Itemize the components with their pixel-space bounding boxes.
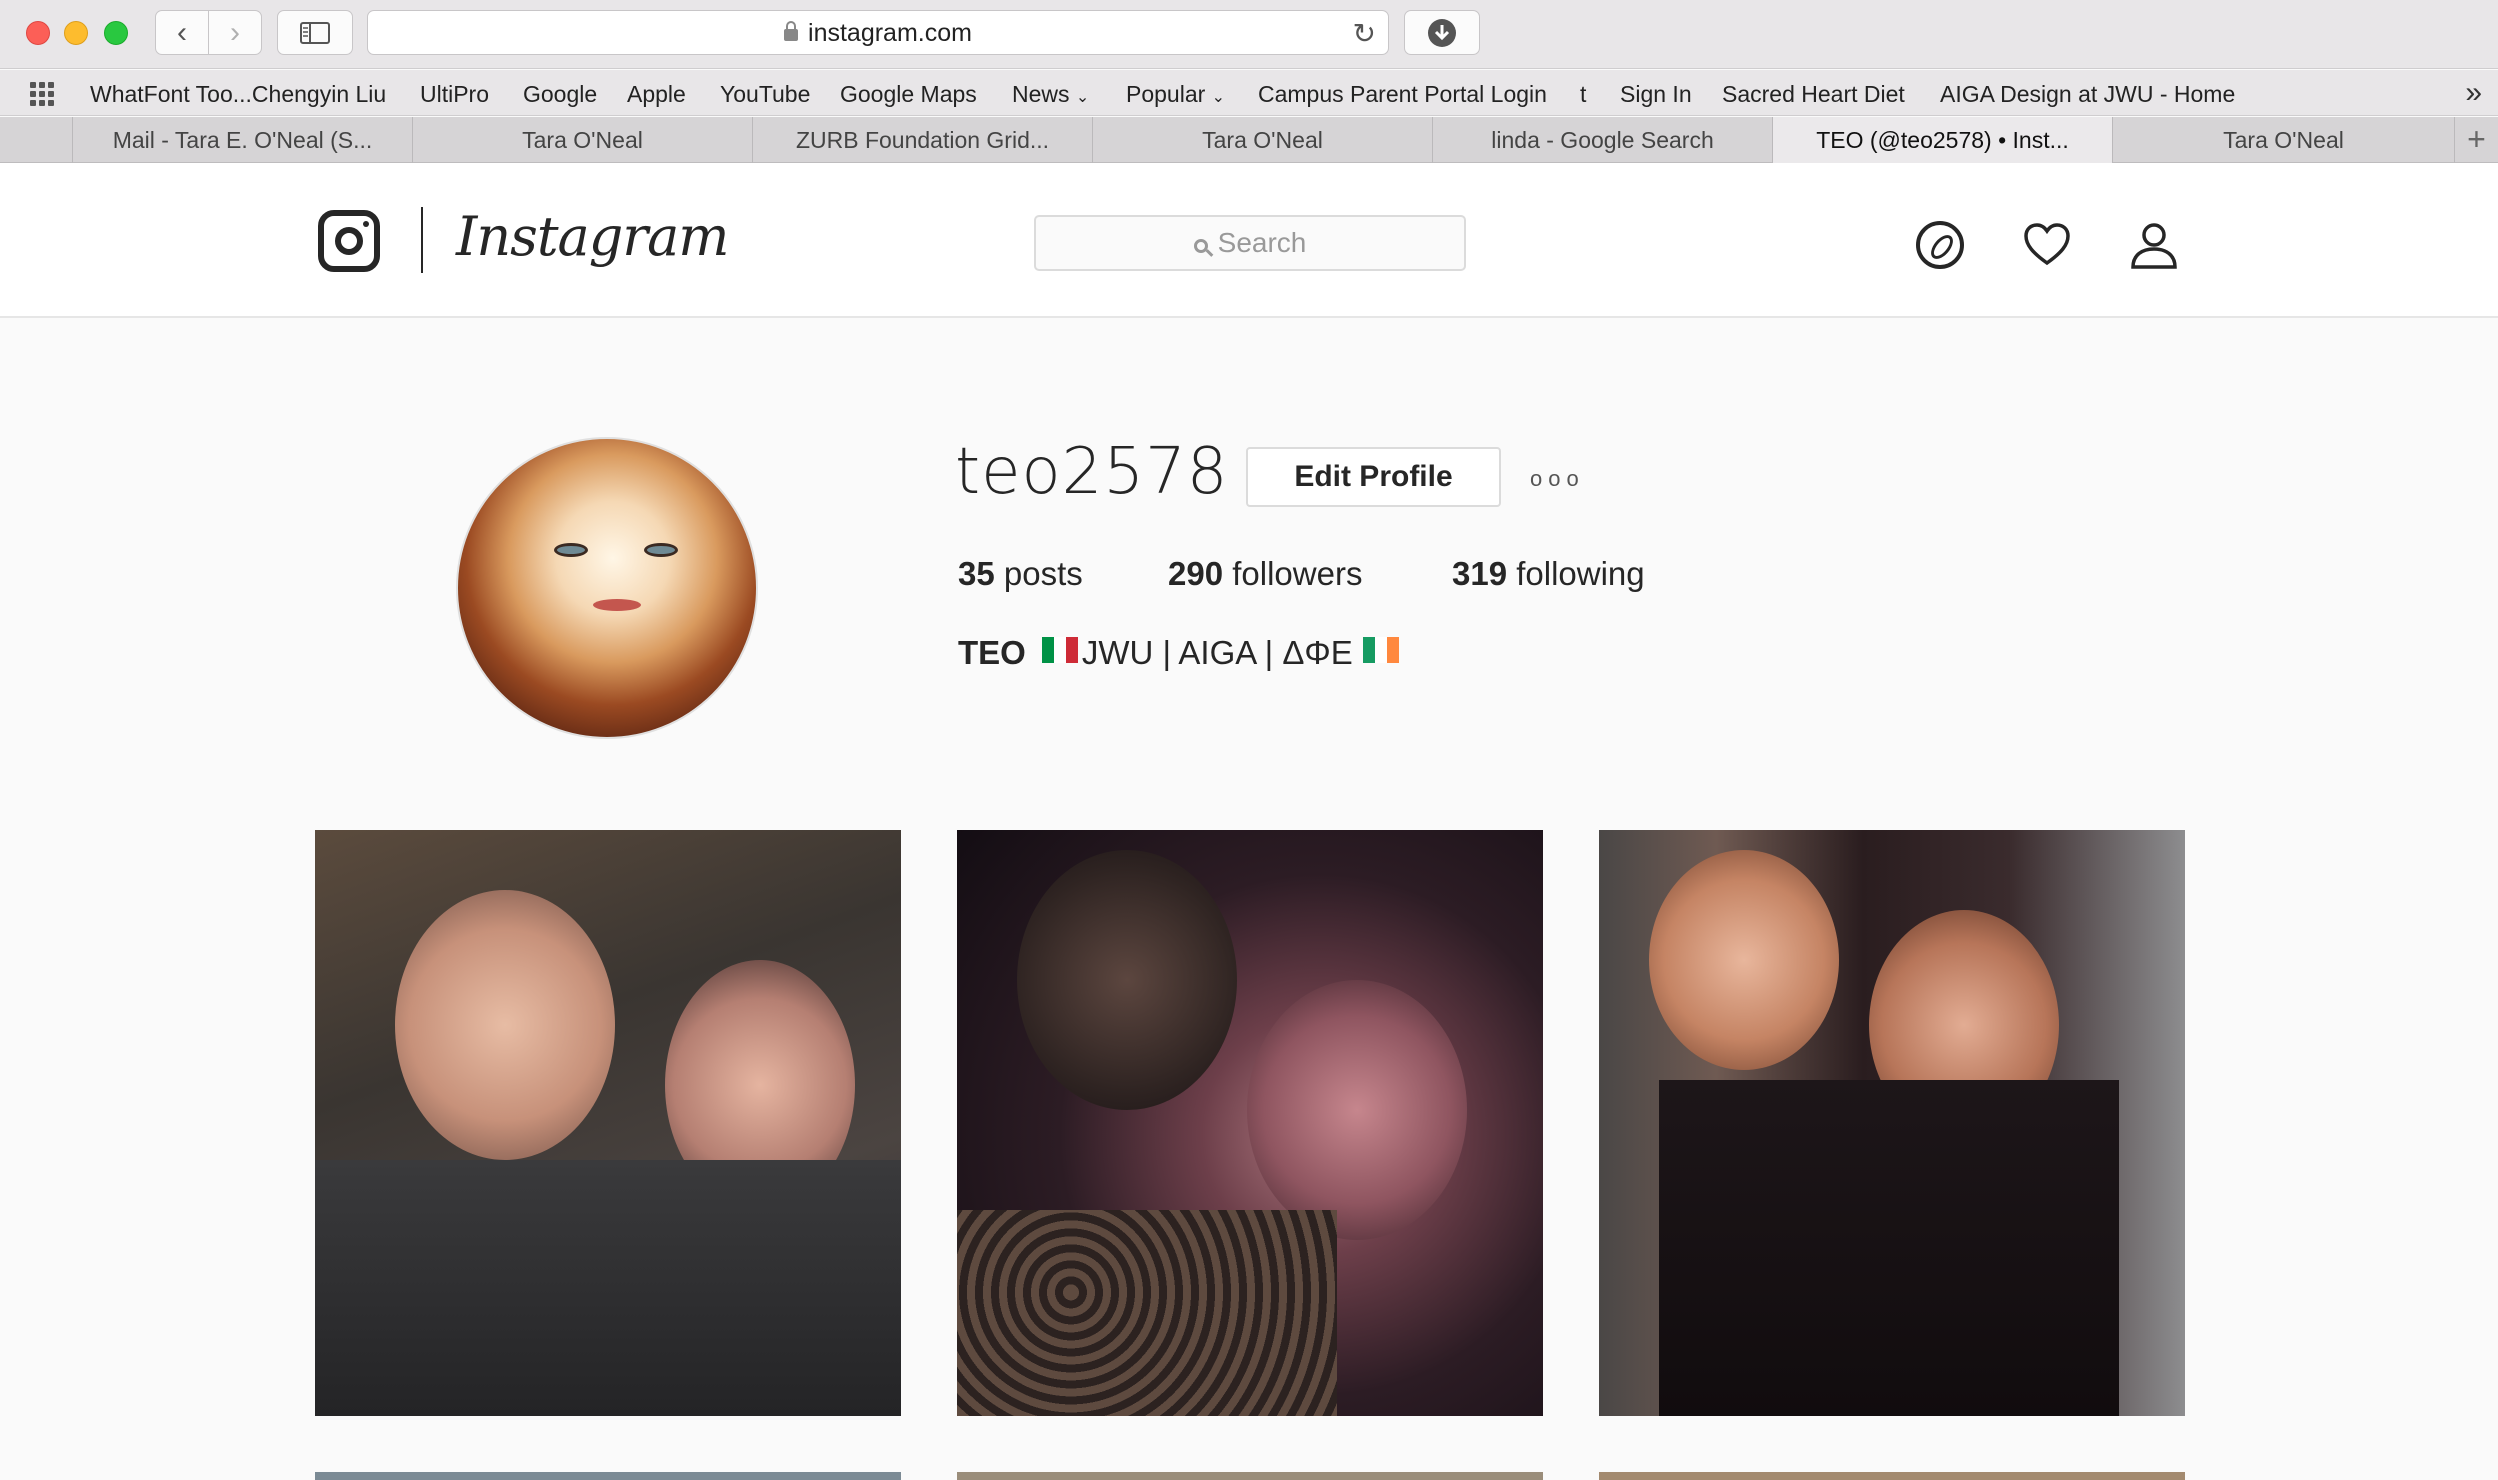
search-input[interactable]: Search bbox=[1034, 215, 1466, 271]
tab-instagram-active[interactable]: TEO (@teo2578) • Inst... bbox=[1772, 117, 2112, 163]
post-thumbnail-1[interactable] bbox=[315, 830, 901, 1416]
tab-bar: Mail - Tara E. O'Neal (S... Tara O'Neal … bbox=[0, 117, 2498, 163]
posts-count: 35 bbox=[958, 555, 995, 592]
bookmark-whatfont[interactable]: WhatFont Too...Chengyin Liu bbox=[90, 81, 386, 108]
edit-profile-button[interactable]: Edit Profile bbox=[1246, 447, 1501, 507]
bookmark-sign-in[interactable]: Sign In bbox=[1620, 81, 1692, 108]
profile-avatar[interactable] bbox=[456, 437, 758, 739]
address-bar[interactable]: instagram.com ↻ bbox=[367, 10, 1389, 55]
bookmark-ultipro[interactable]: UltiPro bbox=[420, 81, 489, 108]
forward-button[interactable]: › bbox=[208, 10, 262, 55]
downloads-button[interactable] bbox=[1404, 10, 1480, 55]
followers-stat[interactable]: 290 followers bbox=[1168, 555, 1362, 593]
post-thumbnail-4-partial[interactable] bbox=[315, 1472, 901, 1480]
post-thumbnail-2[interactable] bbox=[957, 830, 1543, 1416]
bookmark-aiga[interactable]: AIGA Design at JWU - Home bbox=[1940, 81, 2235, 108]
lock-icon bbox=[784, 21, 799, 41]
browser-titlebar: ‹ › instagram.com ↻ bbox=[0, 0, 2498, 69]
user-icon[interactable] bbox=[2130, 221, 2178, 269]
apps-grid-icon[interactable] bbox=[30, 82, 58, 106]
post-3-clothing bbox=[1659, 1080, 2119, 1416]
posts-stat: 35 posts bbox=[958, 555, 1083, 593]
new-tab-button[interactable]: + bbox=[2454, 117, 2498, 163]
post-thumbnail-3[interactable] bbox=[1599, 830, 2185, 1416]
bookmark-campus-portal[interactable]: Campus Parent Portal Login bbox=[1258, 81, 1547, 108]
bookmark-youtube[interactable]: YouTube bbox=[720, 81, 810, 108]
following-count: 319 bbox=[1452, 555, 1508, 592]
following-label: following bbox=[1516, 555, 1645, 592]
back-button[interactable]: ‹ bbox=[155, 10, 209, 55]
bookmark-popular-label: Popular bbox=[1126, 81, 1206, 107]
chevron-left-icon: ‹ bbox=[177, 15, 187, 49]
tab-mail[interactable]: Mail - Tara E. O'Neal (S... bbox=[72, 117, 412, 163]
followers-label: followers bbox=[1232, 555, 1363, 592]
reload-icon[interactable]: ↻ bbox=[1353, 17, 1376, 50]
post-3-face-left bbox=[1649, 850, 1839, 1070]
bio-name: TEO bbox=[958, 634, 1026, 671]
close-window-button[interactable] bbox=[26, 21, 50, 45]
post-2-face-left bbox=[1017, 850, 1237, 1110]
url-text: instagram.com bbox=[808, 19, 972, 47]
more-options-icon[interactable]: ooo bbox=[1530, 466, 1585, 492]
instagram-wordmark[interactable]: Instagram bbox=[456, 205, 729, 268]
compass-icon[interactable] bbox=[1916, 221, 1964, 269]
avatar-lips bbox=[593, 599, 641, 611]
tab-tara-oneal-3[interactable]: Tara O'Neal bbox=[2112, 117, 2454, 163]
heart-icon[interactable] bbox=[2023, 221, 2071, 269]
search-placeholder: Search bbox=[1217, 227, 1307, 258]
profile-bio: TEO JWU | AIGA | ΔΦΕ bbox=[958, 634, 1403, 672]
bookmark-google[interactable]: Google bbox=[523, 81, 597, 108]
bookmarks-bar: WhatFont Too...Chengyin Liu UltiPro Goog… bbox=[0, 70, 2498, 116]
bookmark-apple[interactable]: Apple bbox=[627, 81, 686, 108]
bio-text: JWU | AIGA | ΔΦΕ bbox=[1081, 634, 1353, 671]
post-thumbnail-6-partial[interactable] bbox=[1599, 1472, 2185, 1480]
chevron-down-icon: ⌄ bbox=[1211, 89, 1226, 106]
ireland-flag-icon bbox=[1362, 637, 1399, 663]
tab-zurb[interactable]: ZURB Foundation Grid... bbox=[752, 117, 1092, 163]
bookmark-news-folder[interactable]: News ⌄ bbox=[1012, 81, 1089, 108]
minimize-window-button[interactable] bbox=[64, 21, 88, 45]
more-bookmarks-icon[interactable]: » bbox=[2465, 76, 2482, 110]
tab-tara-oneal-1[interactable]: Tara O'Neal bbox=[412, 117, 752, 163]
bookmark-sacred-heart-diet[interactable]: Sacred Heart Diet bbox=[1722, 81, 1905, 108]
post-1-clothing bbox=[315, 1160, 901, 1416]
post-2-clothing bbox=[957, 1210, 1337, 1416]
italy-flag-icon bbox=[1041, 637, 1078, 663]
post-thumbnail-5-partial[interactable] bbox=[957, 1472, 1543, 1480]
following-stat[interactable]: 319 following bbox=[1452, 555, 1645, 593]
logo-divider bbox=[421, 207, 423, 273]
sidebar-toggle-button[interactable] bbox=[277, 10, 353, 55]
bookmark-t[interactable]: t bbox=[1580, 81, 1586, 108]
chevron-down-icon: ⌄ bbox=[1075, 89, 1090, 106]
posts-label: posts bbox=[1003, 555, 1083, 592]
download-icon bbox=[1428, 18, 1456, 47]
tab-tara-oneal-2[interactable]: Tara O'Neal bbox=[1092, 117, 1432, 163]
sidebar-icon bbox=[300, 21, 330, 44]
tab-google-search[interactable]: linda - Google Search bbox=[1432, 117, 1772, 163]
instagram-header: Instagram Search bbox=[0, 163, 2498, 318]
avatar-eye-right bbox=[644, 543, 678, 557]
instagram-camera-icon[interactable] bbox=[318, 210, 380, 272]
search-icon bbox=[1193, 239, 1208, 253]
post-1-face-left bbox=[395, 890, 615, 1160]
followers-count: 290 bbox=[1168, 555, 1224, 592]
post-2-face-right bbox=[1247, 980, 1467, 1240]
chevron-right-icon: › bbox=[230, 15, 240, 49]
maximize-window-button[interactable] bbox=[104, 21, 128, 45]
profile-username: teo2578 bbox=[955, 435, 1229, 509]
avatar-eye-left bbox=[554, 543, 588, 557]
bookmark-news-label: News bbox=[1012, 81, 1070, 107]
bookmark-popular-folder[interactable]: Popular ⌄ bbox=[1126, 81, 1225, 108]
bookmark-google-maps[interactable]: Google Maps bbox=[840, 81, 977, 108]
